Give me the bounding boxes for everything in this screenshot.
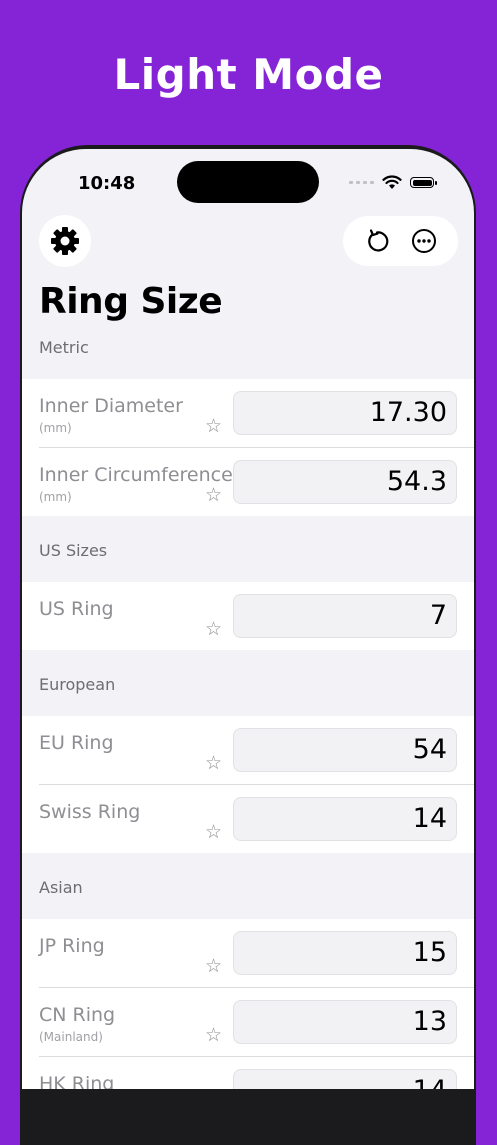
favorite-star-icon[interactable]: ☆ [205, 754, 222, 773]
cellular-signal-icon [349, 181, 374, 184]
section-metric: Inner Diameter (mm) ☆ 17.30 Inner Circum… [22, 379, 474, 516]
favorite-star-icon[interactable]: ☆ [205, 486, 222, 505]
reset-arrow-icon [367, 229, 389, 252]
value-field-eu-ring[interactable]: 54 [233, 728, 457, 772]
row-label: JP Ring [39, 935, 105, 957]
section-header-us: US Sizes [39, 541, 108, 560]
ellipsis-circle-icon [412, 229, 437, 253]
dynamic-island [177, 161, 319, 203]
row-jp-ring: JP Ring ☆ 15 [39, 919, 474, 988]
battery-icon [410, 177, 437, 188]
promo-banner-title: Light Mode [113, 50, 384, 99]
section-asian: JP Ring ☆ 15 CN Ring (Mainland) ☆ 13 HK … [22, 919, 474, 1089]
value-field-inner-diameter[interactable]: 17.30 [233, 391, 457, 435]
converter-list: Metric Inner Diameter (mm) ☆ 17.30 Inner… [22, 339, 474, 1089]
favorite-star-icon[interactable]: ☆ [205, 1026, 222, 1045]
app-screen: 10:48 Ring Size Metric Inner Diameter (m… [22, 149, 474, 1089]
row-eu-ring: EU Ring ☆ 54 [39, 716, 474, 785]
favorite-star-icon[interactable]: ☆ [205, 957, 222, 976]
section-european: EU Ring ☆ 54 Swiss Ring ☆ 14 [22, 716, 474, 853]
row-inner-diameter: Inner Diameter (mm) ☆ 17.30 [39, 379, 474, 448]
value-field-cn-ring[interactable]: 13 [233, 1000, 457, 1044]
row-us-ring: US Ring ☆ 7 [39, 582, 474, 650]
row-label: Inner Diameter [39, 395, 183, 417]
row-swiss-ring: Swiss Ring ☆ 14 [39, 785, 474, 853]
section-us: US Ring ☆ 7 [22, 582, 474, 650]
settings-button[interactable] [39, 215, 91, 267]
value-field-inner-circumference[interactable]: 54.3 [233, 460, 457, 504]
status-time: 10:48 [78, 173, 136, 194]
row-region: (Mainland) [39, 1030, 103, 1044]
action-pill [343, 216, 458, 266]
section-header-metric: Metric [39, 338, 89, 357]
wifi-icon [382, 175, 402, 189]
value-field-hk-ring[interactable]: 14 [233, 1069, 457, 1089]
row-cn-ring: CN Ring (Mainland) ☆ 13 [39, 988, 474, 1057]
favorite-star-icon[interactable]: ☆ [205, 620, 222, 639]
more-button[interactable] [406, 223, 442, 259]
row-label: CN Ring [39, 1004, 116, 1026]
row-label: US Ring [39, 598, 114, 620]
status-indicators [349, 175, 437, 190]
favorite-star-icon[interactable]: ☆ [205, 417, 222, 436]
favorite-star-icon[interactable]: ☆ [205, 823, 222, 842]
reset-button[interactable] [359, 223, 395, 259]
value-field-swiss-ring[interactable]: 14 [233, 797, 457, 841]
row-inner-circumference: Inner Circumference (mm) ☆ 54.3 [39, 448, 474, 516]
row-unit: (mm) [39, 421, 72, 435]
section-header-asian: Asian [39, 878, 83, 897]
row-unit: (mm) [39, 490, 72, 504]
value-field-jp-ring[interactable]: 15 [233, 931, 457, 975]
row-label: Swiss Ring [39, 801, 141, 823]
gear-icon [51, 227, 79, 255]
row-label: HK Ring [39, 1073, 115, 1089]
row-hk-ring: HK Ring ☆ 14 [39, 1057, 474, 1089]
row-label: EU Ring [39, 732, 114, 754]
row-label: Inner Circumference [39, 464, 233, 486]
page-title: Ring Size [39, 281, 223, 322]
section-header-european: European [39, 675, 116, 694]
value-field-us-ring[interactable]: 7 [233, 594, 457, 638]
